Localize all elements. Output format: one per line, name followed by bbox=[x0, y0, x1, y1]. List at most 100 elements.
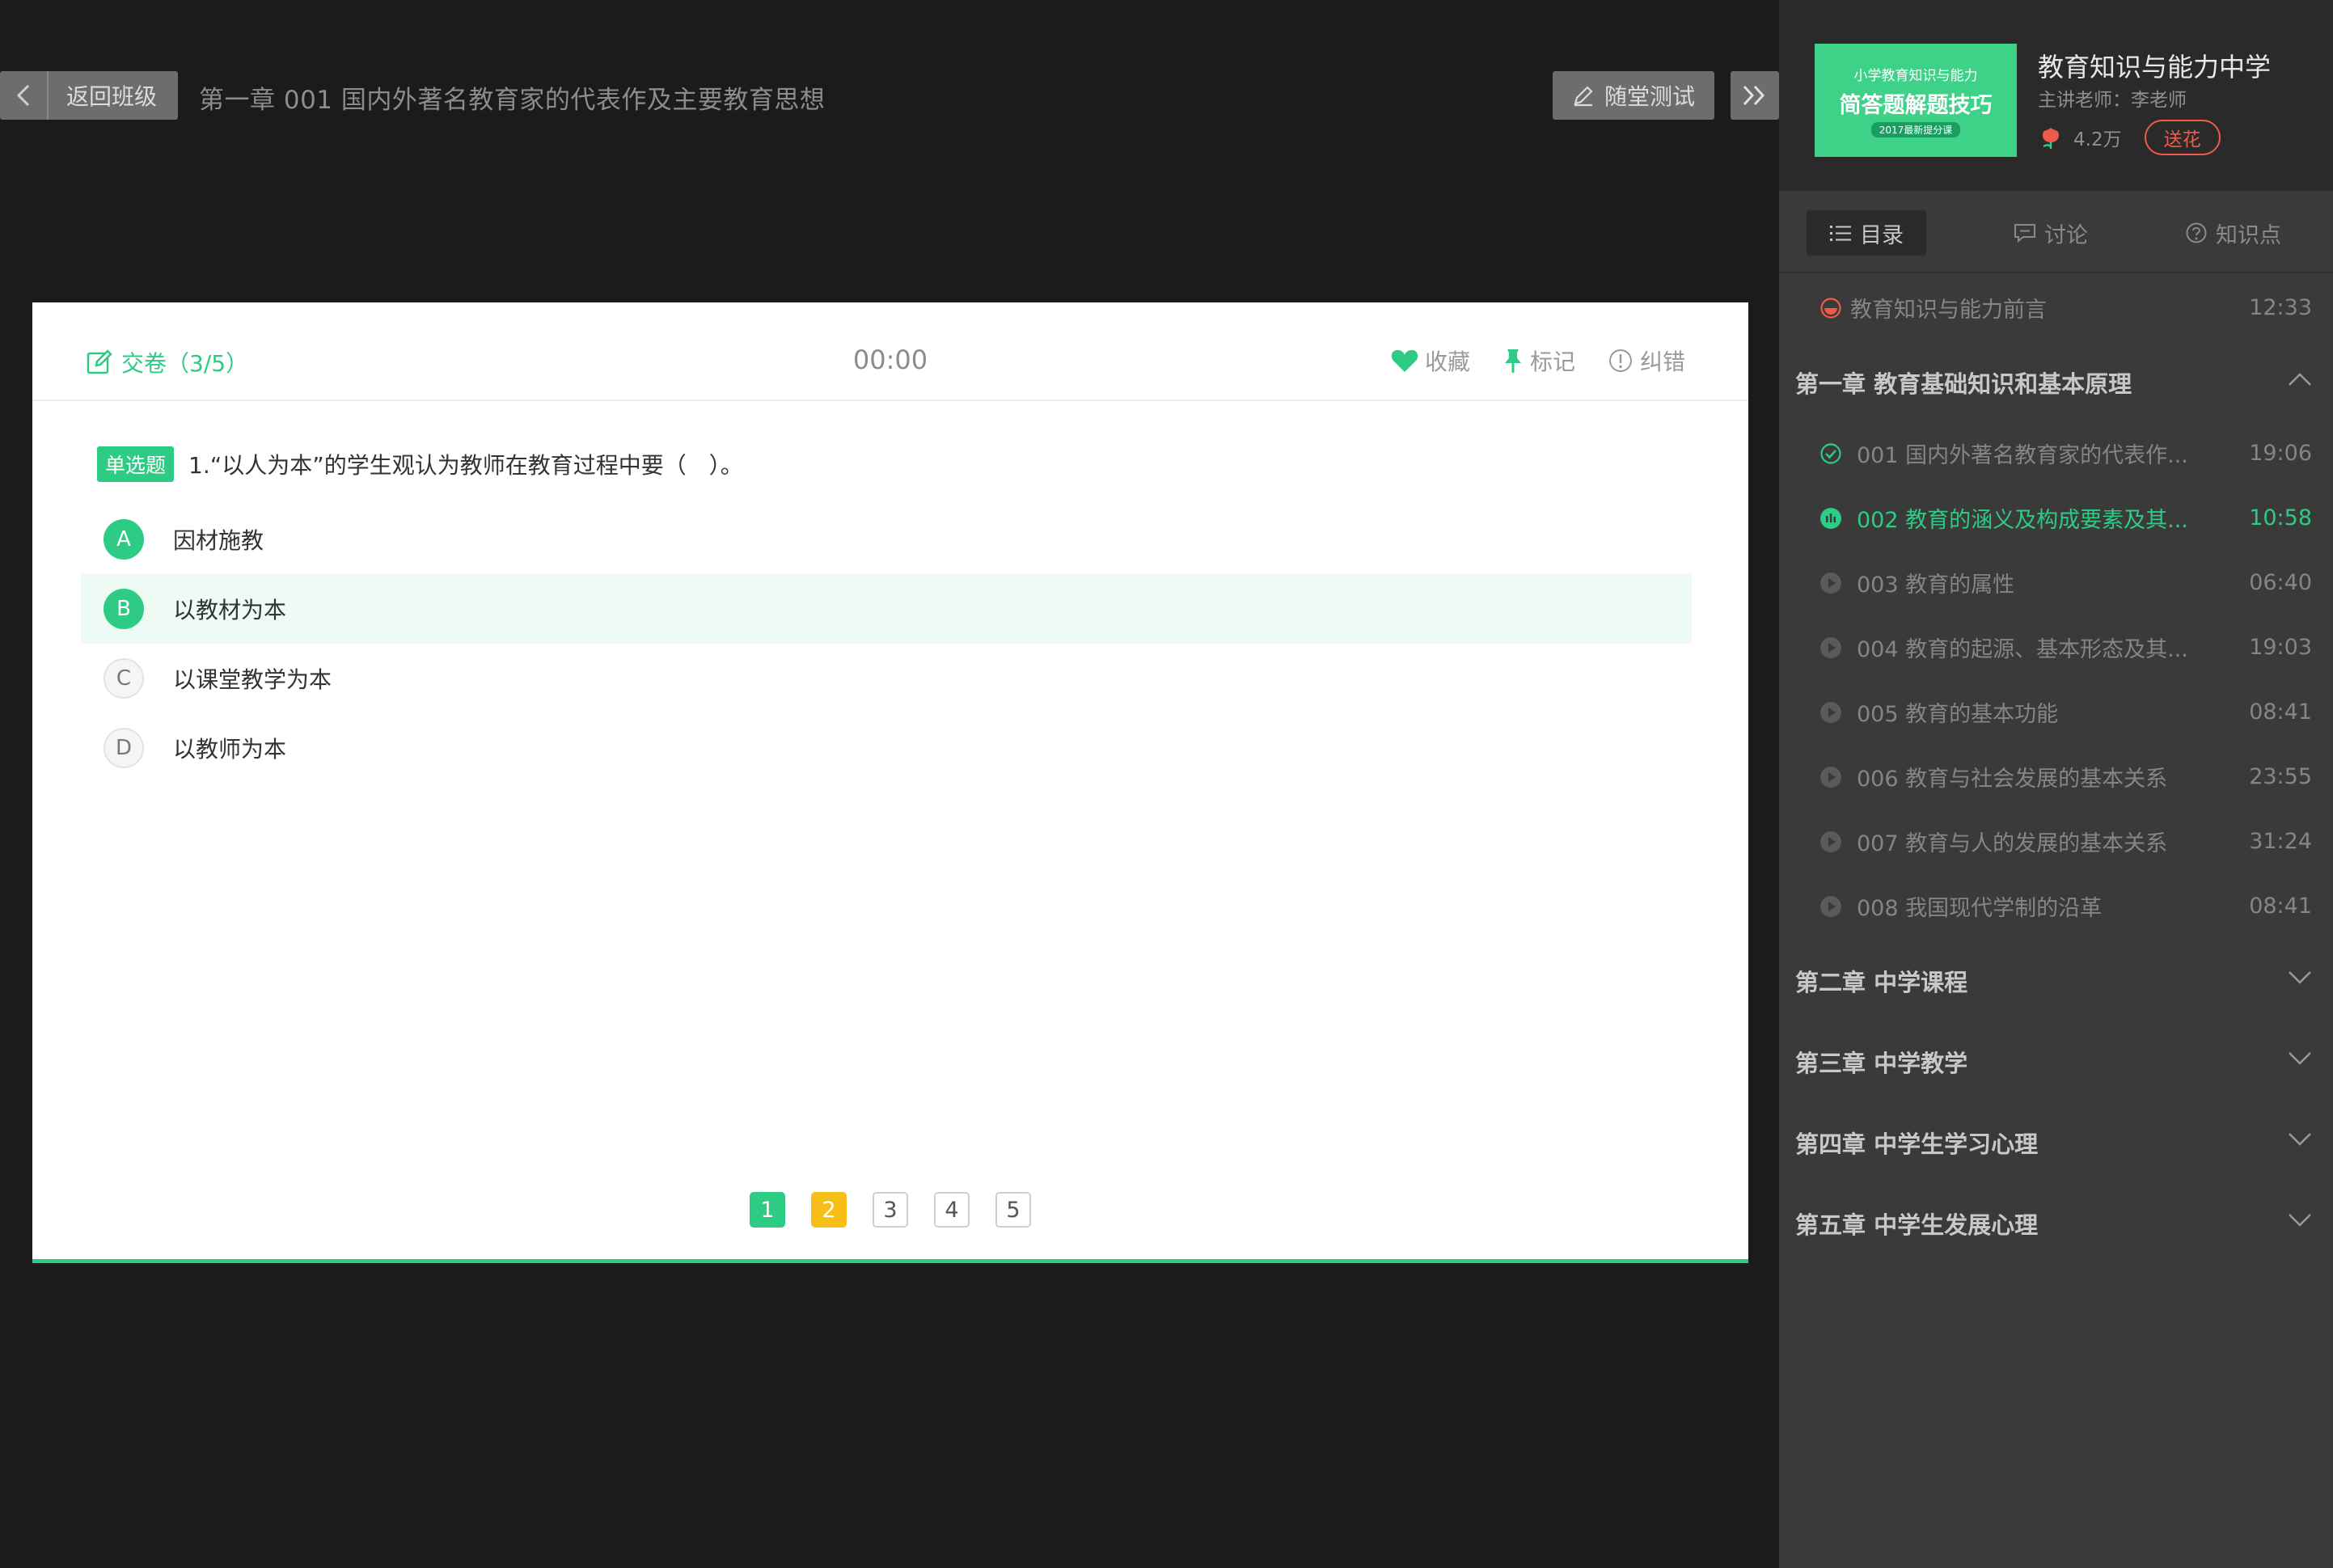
lesson-008[interactable]: 008 我国现代学制的沿革 08:41 bbox=[1779, 873, 2333, 938]
option-a[interactable]: A 因材施教 bbox=[81, 505, 1692, 574]
chevron-down-icon bbox=[2289, 971, 2311, 984]
lesson-preface[interactable]: 教育知识与能力前言 12:33 bbox=[1779, 275, 2333, 340]
course-sidebar: 小学教育知识与能力 简答题解题技巧 2017最新提分课 教育知识与能力中学 主讲… bbox=[1779, 0, 2333, 1568]
lesson-title: 006 教育与社会发展的基本关系 bbox=[1857, 766, 2168, 792]
tab-discussion[interactable]: 讨论 bbox=[2014, 210, 2088, 256]
lesson-duration: 19:03 bbox=[2249, 634, 2312, 660]
flower-icon bbox=[2043, 128, 2059, 149]
double-chevron-right-icon bbox=[1743, 85, 1765, 106]
option-text: 因材施教 bbox=[173, 527, 264, 554]
page-button-1[interactable]: 1 bbox=[750, 1192, 785, 1228]
chapter-4[interactable]: 第四章 中学生学习心理 bbox=[1779, 1100, 2333, 1181]
play-icon bbox=[1820, 637, 1841, 658]
option-text: 以教师为本 bbox=[173, 736, 287, 763]
chapter-2[interactable]: 第二章 中学课程 bbox=[1779, 938, 2333, 1019]
play-icon bbox=[1820, 702, 1841, 723]
tab-discussion-label: 讨论 bbox=[2044, 222, 2088, 248]
lesson-003[interactable]: 003 教育的属性 06:40 bbox=[1779, 550, 2333, 615]
lesson-006[interactable]: 006 教育与社会发展的基本关系 23:55 bbox=[1779, 744, 2333, 809]
chapter-title: 第二章 中学课程 bbox=[1795, 969, 1968, 996]
chapter-title: 第三章 中学教学 bbox=[1795, 1050, 1968, 1077]
tab-knowledge[interactable]: 知识点 bbox=[2185, 210, 2281, 256]
lesson-duration: 19:06 bbox=[2249, 440, 2312, 466]
lesson-title: 第一章 001 国内外著名教育家的代表作及主要教育思想 bbox=[199, 86, 826, 115]
option-letter: A bbox=[104, 519, 144, 560]
question-icon bbox=[2186, 222, 2207, 243]
lesson-title: 002 教育的涵义及构成要素及其... bbox=[1857, 507, 2188, 533]
course-catalog: 教育知识与能力前言 12:33 第一章 教育基础知识和基本原理 001 国内外著… bbox=[1779, 275, 2333, 1262]
half-circle-icon bbox=[1820, 298, 1841, 319]
teacher-name: 主讲老师：李老师 bbox=[2038, 90, 2187, 111]
sidebar-tabs: 目录 讨论 知识点 bbox=[1779, 191, 2333, 273]
back-to-class-label: 返回班级 bbox=[66, 83, 158, 110]
lesson-002[interactable]: 002 教育的涵义及构成要素及其... 10:58 bbox=[1779, 485, 2333, 550]
option-letter: C bbox=[104, 658, 144, 699]
lesson-duration: 31:24 bbox=[2249, 828, 2312, 854]
lesson-duration: 08:41 bbox=[2249, 893, 2312, 919]
submit-exam-button[interactable]: 交卷（3/5） bbox=[86, 346, 248, 378]
lesson-duration: 10:58 bbox=[2249, 505, 2312, 530]
option-c[interactable]: C 以课堂教学为本 bbox=[81, 644, 1692, 713]
tab-catalog[interactable]: 目录 bbox=[1807, 210, 1926, 256]
cover-title: 简答题解题技巧 bbox=[1839, 92, 1993, 118]
report-error-button[interactable]: 纠错 bbox=[1608, 344, 1685, 377]
play-icon bbox=[1820, 767, 1841, 788]
lesson-001[interactable]: 001 国内外著名教育家的代表作... 19:06 bbox=[1779, 421, 2333, 485]
play-icon bbox=[1820, 831, 1841, 852]
option-b[interactable]: B 以教材为本 bbox=[81, 574, 1692, 644]
option-letter: D bbox=[104, 728, 144, 768]
option-text: 以教材为本 bbox=[173, 597, 287, 623]
flower-row: 4.2万 送花 bbox=[2038, 120, 2221, 155]
page-button-5[interactable]: 5 bbox=[995, 1192, 1031, 1228]
mark-button[interactable]: 标记 bbox=[1503, 344, 1575, 377]
lesson-004[interactable]: 004 教育的起源、基本形态及其... 19:03 bbox=[1779, 615, 2333, 679]
chapter-title: 第五章 中学生发展心理 bbox=[1795, 1211, 2039, 1239]
in-class-quiz-button[interactable]: 随堂测试 bbox=[1553, 71, 1714, 120]
back-to-class-button[interactable]: 返回班级 bbox=[0, 71, 178, 120]
question-text: 1.“以人为本”的学生观认为教师在教育过程中要（ ）。 bbox=[188, 452, 743, 479]
send-flower-button[interactable]: 送花 bbox=[2144, 120, 2221, 155]
option-letter: B bbox=[104, 589, 144, 629]
edit-icon bbox=[1574, 86, 1593, 107]
chapter-1[interactable]: 第一章 教育基础知识和基本原理 bbox=[1779, 340, 2333, 421]
question-type-badge: 单选题 bbox=[97, 446, 175, 482]
tab-catalog-label: 目录 bbox=[1860, 222, 1904, 248]
page-button-4[interactable]: 4 bbox=[934, 1192, 970, 1228]
lesson-duration: 08:41 bbox=[2249, 699, 2312, 725]
chapter-title: 第一章 教育基础知识和基本原理 bbox=[1795, 370, 2132, 398]
course-header: 小学教育知识与能力 简答题解题技巧 2017最新提分课 教育知识与能力中学 主讲… bbox=[1779, 0, 2333, 191]
lesson-title: 007 教育与人的发展的基本关系 bbox=[1857, 830, 2168, 856]
playing-icon bbox=[1820, 508, 1841, 529]
chevron-left-icon bbox=[0, 71, 49, 120]
page-button-3[interactable]: 3 bbox=[873, 1192, 908, 1228]
report-error-label: 纠错 bbox=[1639, 349, 1685, 375]
comment-icon bbox=[2014, 224, 2035, 243]
info-icon bbox=[1608, 349, 1632, 372]
lesson-005[interactable]: 005 教育的基本功能 08:41 bbox=[1779, 679, 2333, 744]
quiz-header: 交卷（3/5） 00:00 收藏 标记 纠错 bbox=[32, 302, 1748, 401]
lesson-title: 001 国内外著名教育家的代表作... bbox=[1857, 442, 2188, 468]
favorite-button[interactable]: 收藏 bbox=[1391, 344, 1470, 377]
course-cover: 小学教育知识与能力 简答题解题技巧 2017最新提分课 bbox=[1815, 44, 2017, 157]
play-icon bbox=[1820, 896, 1841, 917]
chevron-down-icon bbox=[2289, 1133, 2311, 1146]
quiz-actions: 收藏 标记 纠错 bbox=[1359, 344, 1685, 377]
list-icon bbox=[1830, 226, 1851, 241]
option-d[interactable]: D 以教师为本 bbox=[81, 713, 1692, 783]
answer-options: A 因材施教 B 以教材为本 C 以课堂教学为本 D 以教师为本 bbox=[81, 505, 1692, 783]
lesson-007[interactable]: 007 教育与人的发展的基本关系 31:24 bbox=[1779, 809, 2333, 873]
edit-icon bbox=[87, 349, 112, 374]
heart-icon bbox=[1391, 349, 1418, 372]
option-text: 以课堂教学为本 bbox=[173, 666, 332, 693]
cover-tag: 2017最新提分课 bbox=[1870, 121, 1961, 137]
mark-label: 标记 bbox=[1529, 349, 1575, 375]
expand-panel-button[interactable] bbox=[1731, 71, 1779, 120]
lesson-duration: 06:40 bbox=[2249, 569, 2312, 595]
question-stem: 单选题 1.“以人为本”的学生观认为教师在教育过程中要（ ）。 bbox=[97, 446, 743, 482]
pin-icon bbox=[1504, 349, 1521, 373]
page-button-2[interactable]: 2 bbox=[811, 1192, 847, 1228]
lesson-duration: 23:55 bbox=[2249, 763, 2312, 789]
chapter-5[interactable]: 第五章 中学生发展心理 bbox=[1779, 1181, 2333, 1262]
lesson-title: 008 我国现代学制的沿革 bbox=[1857, 895, 2103, 921]
chapter-3[interactable]: 第三章 中学教学 bbox=[1779, 1019, 2333, 1100]
